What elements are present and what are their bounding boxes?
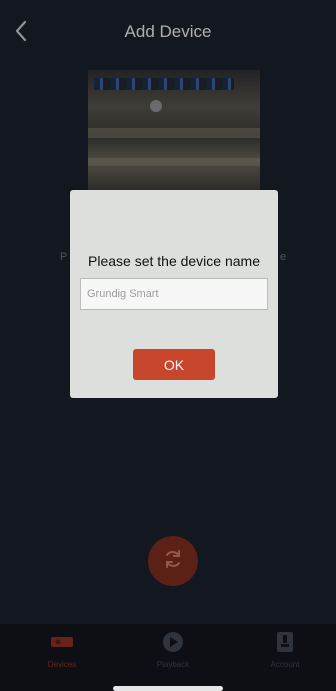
device-name-dialog: Please set the device name OK [70, 190, 278, 398]
ok-button[interactable]: OK [133, 349, 215, 380]
device-name-input[interactable] [80, 278, 268, 310]
home-indicator [113, 686, 223, 691]
dialog-title: Please set the device name [88, 253, 260, 269]
add-device-screen: Add Device P e Devices Playback Account … [0, 0, 336, 691]
